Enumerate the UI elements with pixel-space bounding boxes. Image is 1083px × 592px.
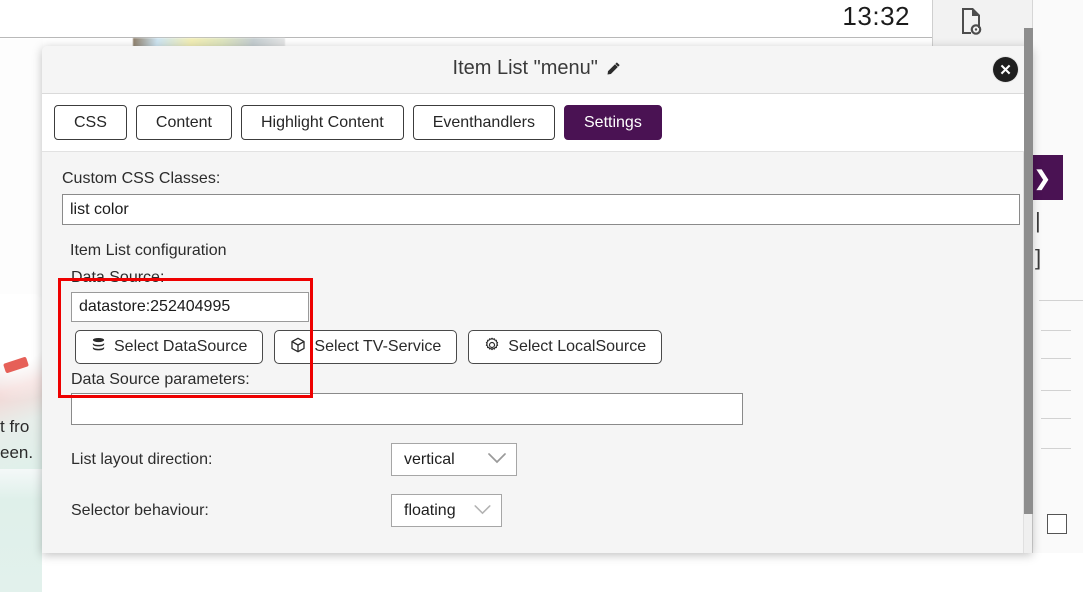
background-topbar: 13:32 xyxy=(0,0,932,38)
tab-highlight-content[interactable]: Highlight Content xyxy=(241,105,404,140)
pencil-icon[interactable] xyxy=(606,59,621,82)
item-list-configuration-label: Item List configuration xyxy=(70,242,1012,260)
background-right-rail: ❯ | ] xyxy=(1032,0,1083,553)
select-localsource-button[interactable]: Select LocalSource xyxy=(468,330,662,364)
selector-behaviour-select[interactable]: floating xyxy=(391,494,502,527)
custom-css-classes-label: Custom CSS Classes: xyxy=(62,170,1012,188)
background-text-line-2: een. xyxy=(0,440,42,466)
data-source-label: Data Source: xyxy=(71,269,1012,287)
background-thumbnail-image-2 xyxy=(0,469,42,592)
data-source-input[interactable] xyxy=(71,292,309,322)
background-left-pane: t fro een. xyxy=(0,39,43,553)
select-tv-service-button[interactable]: Select TV-Service xyxy=(274,330,457,364)
gear-icon xyxy=(484,337,500,358)
database-icon xyxy=(91,337,106,357)
clock: 13:32 xyxy=(842,1,910,32)
list-layout-direction-select[interactable]: vertical xyxy=(391,443,517,476)
selector-behaviour-row: Selector behaviour: floating xyxy=(71,494,1012,527)
select-localsource-label: Select LocalSource xyxy=(508,338,646,356)
list-layout-direction-value: vertical xyxy=(404,451,455,469)
close-icon: ✕ xyxy=(999,61,1012,79)
page-scrollbar-thumb[interactable] xyxy=(1024,28,1033,514)
selector-behaviour-value: floating xyxy=(404,502,456,520)
cube-icon xyxy=(290,337,306,358)
dialog-title: Item List "menu" xyxy=(453,57,622,82)
rail-item-4[interactable] xyxy=(1041,418,1071,419)
data-source-parameters-label: Data Source parameters: xyxy=(71,371,1012,389)
source-button-row: Select DataSource Select TV-Service xyxy=(75,330,1012,364)
tab-settings[interactable]: Settings xyxy=(564,105,662,140)
rail-item-5[interactable] xyxy=(1041,448,1071,449)
chevron-down-icon xyxy=(488,451,506,469)
custom-css-classes-input[interactable] xyxy=(62,194,1020,225)
dialog-body: Custom CSS Classes: Item List configurat… xyxy=(42,152,1032,553)
chevron-right-icon: ❯ xyxy=(1034,166,1051,191)
rail-collapse-button[interactable]: ❯ xyxy=(1033,155,1063,200)
data-source-group: Data Source: Select DataSource xyxy=(62,269,1012,364)
rail-bracket-icon[interactable]: ] xyxy=(1035,245,1041,271)
select-tv-service-label: Select TV-Service xyxy=(314,338,441,356)
rail-item-2[interactable] xyxy=(1041,358,1071,359)
dialog-tab-bar: CSS Content Highlight Content Eventhandl… xyxy=(42,94,1032,152)
rail-divider-1 xyxy=(1039,300,1083,301)
selector-behaviour-label: Selector behaviour: xyxy=(71,502,391,520)
list-layout-direction-label: List layout direction: xyxy=(71,451,391,469)
close-dialog-button[interactable]: ✕ xyxy=(993,57,1018,82)
rail-checkbox[interactable] xyxy=(1047,514,1067,534)
rail-item-3[interactable] xyxy=(1041,390,1071,391)
background-truncated-text: t fro een. xyxy=(0,414,42,466)
tab-eventhandlers[interactable]: Eventhandlers xyxy=(413,105,555,140)
rail-item-1[interactable] xyxy=(1041,330,1071,331)
document-settings-icon[interactable] xyxy=(958,6,984,41)
rail-bar-icon[interactable]: | xyxy=(1035,208,1041,234)
dialog-title-text: Item List "menu" xyxy=(453,57,598,79)
select-datasource-label: Select DataSource xyxy=(114,338,247,356)
data-source-parameters-input[interactable] xyxy=(71,393,743,425)
background-text-line-1: t fro xyxy=(0,414,42,440)
chevron-down-icon xyxy=(474,502,491,520)
select-datasource-button[interactable]: Select DataSource xyxy=(75,330,263,364)
item-list-settings-dialog: Item List "menu" ✕ CSS Content Highlight… xyxy=(42,46,1032,553)
tab-css[interactable]: CSS xyxy=(54,105,127,140)
tab-content[interactable]: Content xyxy=(136,105,232,140)
list-layout-direction-row: List layout direction: vertical xyxy=(71,443,1012,476)
dialog-header: Item List "menu" ✕ xyxy=(42,46,1032,94)
